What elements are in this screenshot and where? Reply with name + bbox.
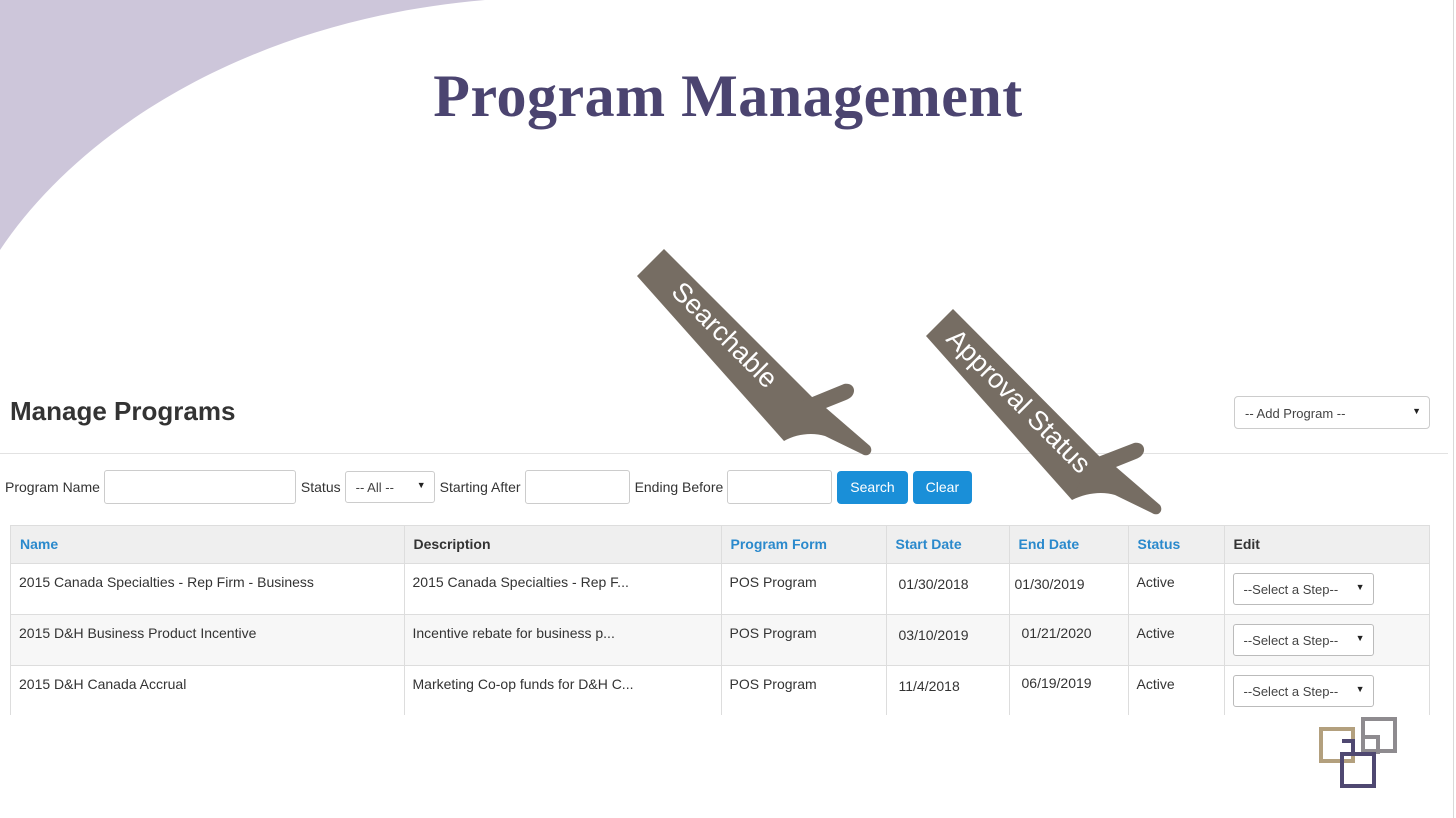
cell-name: 2015 D&H Business Product Incentive — [11, 613, 405, 665]
caret-down-icon: ▼ — [1355, 581, 1365, 592]
column-header-program-form[interactable]: Program Form — [721, 526, 887, 563]
status-select[interactable]: -- All -- ▼ — [344, 471, 435, 503]
cell-end-date: 06/19/2019 — [1009, 664, 1129, 715]
column-header-start-date[interactable]: Start Date — [886, 526, 1010, 563]
callout-searchable: Searchable — [665, 276, 784, 394]
select-step-value: --Select a Step-- — [1243, 581, 1339, 597]
squares-logo-icon — [1319, 717, 1397, 788]
cell-name: 2015 D&H Canada Accrual — [11, 664, 405, 715]
cell-edit: --Select a Step-- ▼ — [1224, 562, 1429, 614]
caret-down-icon: ▼ — [1355, 683, 1365, 694]
cell-end-date: 01/30/2019 — [1009, 562, 1129, 614]
cell-description: Incentive rebate for business p... — [404, 613, 722, 665]
select-step-dropdown[interactable]: --Select a Step-- ▼ — [1232, 572, 1374, 605]
cell-status: Active — [1128, 562, 1225, 614]
search-button[interactable]: Search — [837, 470, 908, 504]
page-title: Manage Programs — [10, 396, 236, 426]
select-step-value: --Select a Step-- — [1243, 683, 1339, 699]
status-label: Status — [300, 479, 341, 495]
table-header-row: Name Description Program Form Start Date… — [11, 526, 1429, 563]
select-step-dropdown[interactable]: --Select a Step-- ▼ — [1232, 674, 1374, 707]
header-divider — [0, 453, 1448, 454]
cell-start-date: 03/10/2019 — [886, 613, 1010, 665]
programs-table: Name Description Program Form Start Date… — [10, 525, 1430, 715]
cell-status: Active — [1128, 664, 1225, 715]
status-select-value: -- All -- — [355, 480, 394, 495]
starting-after-label: Starting After — [439, 479, 521, 495]
cell-program-form: POS Program — [721, 664, 887, 715]
cell-program-form: POS Program — [721, 562, 887, 614]
select-step-value: --Select a Step-- — [1243, 632, 1339, 648]
cell-edit: --Select a Step-- ▼ — [1224, 664, 1429, 715]
program-name-input[interactable] — [103, 470, 296, 504]
ending-before-label: Ending Before — [634, 479, 724, 495]
cell-program-form: POS Program — [721, 613, 887, 665]
ending-before-input[interactable] — [727, 470, 833, 504]
filter-bar: Program Name Status -- All -- ▼ Starting… — [5, 470, 977, 504]
table-row: 2015 D&H Canada Accrual Marketing Co-op … — [11, 664, 1429, 715]
caret-down-icon: ▼ — [416, 480, 426, 490]
column-header-end-date[interactable]: End Date — [1009, 526, 1129, 563]
cell-start-date: 11/4/2018 — [886, 664, 1010, 715]
column-header-name[interactable]: Name — [11, 526, 405, 563]
cell-end-date: 01/21/2020 — [1009, 613, 1129, 665]
program-name-label: Program Name — [5, 479, 100, 495]
cell-edit: --Select a Step-- ▼ — [1224, 613, 1429, 665]
table-row: 2015 Canada Specialties - Rep Firm - Bus… — [11, 562, 1429, 614]
cell-description: Marketing Co-op funds for D&H C... — [404, 664, 722, 715]
callout-approval-status: Approval Status — [940, 323, 1097, 479]
table-row: 2015 D&H Business Product Incentive Ince… — [11, 613, 1429, 665]
column-header-description: Description — [404, 526, 722, 563]
add-program-select[interactable]: -- Add Program -- ▼ — [1234, 396, 1430, 429]
clear-button[interactable]: Clear — [912, 470, 973, 504]
caret-down-icon: ▼ — [1355, 632, 1365, 643]
cell-name: 2015 Canada Specialties - Rep Firm - Bus… — [11, 562, 405, 614]
column-header-status[interactable]: Status — [1128, 526, 1225, 563]
caret-down-icon: ▼ — [1412, 406, 1421, 416]
starting-after-input[interactable] — [524, 470, 630, 504]
add-program-label: -- Add Program -- — [1245, 406, 1346, 421]
slide-title: Program Management — [433, 63, 1023, 129]
column-header-edit: Edit — [1224, 526, 1429, 563]
select-step-dropdown[interactable]: --Select a Step-- ▼ — [1232, 623, 1374, 656]
cell-description: 2015 Canada Specialties - Rep F... — [404, 562, 722, 614]
cell-start-date: 01/30/2018 — [886, 562, 1010, 614]
cell-status: Active — [1128, 613, 1225, 665]
